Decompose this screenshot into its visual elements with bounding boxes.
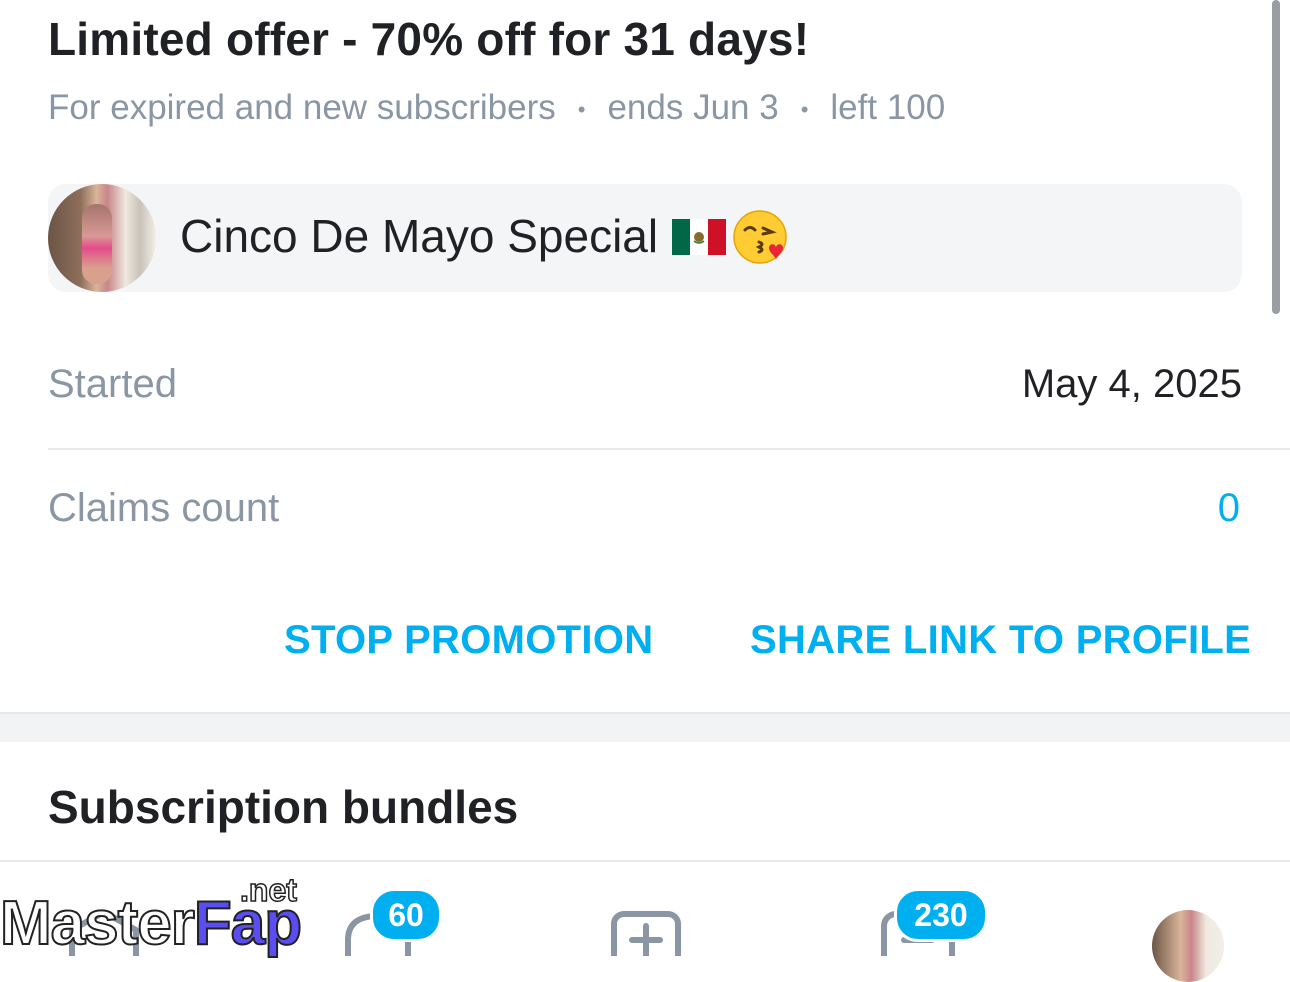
claims-count-label: Claims count: [48, 486, 280, 530]
section-separator: [0, 712, 1290, 742]
started-label: Started: [48, 362, 177, 406]
promo-message-card: Cinco De Mayo Special: [48, 184, 1242, 292]
separator-dot: •: [800, 96, 809, 122]
watermark-suffix: .net: [239, 871, 297, 909]
add-post-icon[interactable]: [610, 910, 682, 956]
scrollbar[interactable]: [1272, 0, 1280, 314]
offer-meta: For expired and new subscribers • ends Jun…: [48, 88, 945, 128]
profile-avatar[interactable]: [1152, 910, 1224, 982]
stop-promotion-button[interactable]: STOP PROMOTION: [284, 618, 653, 663]
avatar[interactable]: [48, 184, 156, 292]
mexico-flag-icon: [672, 219, 727, 255]
promo-message: Cinco De Mayo Special: [180, 208, 790, 266]
watermark-logo: MasterFap .net: [0, 871, 310, 959]
notifications-badge: 60: [370, 888, 442, 942]
kissing-face-with-heart-icon: [733, 210, 787, 264]
offer-audience: For expired and new subscribers: [48, 88, 556, 127]
bottom-nav-border: [0, 860, 1290, 862]
separator-dot: •: [577, 96, 586, 122]
share-link-to-profile-button[interactable]: SHARE LINK TO PROFILE: [750, 618, 1251, 663]
offer-ends: ends Jun 3: [607, 88, 779, 127]
messages-badge: 230: [894, 888, 988, 942]
section-title: Subscription bundles: [48, 781, 519, 833]
started-value: May 4, 2025: [1021, 362, 1242, 406]
claims-count-value[interactable]: 0: [1218, 486, 1240, 531]
offer-left: left 100: [830, 88, 946, 127]
promo-message-text: Cinco De Mayo Special: [180, 210, 659, 262]
offer-title: Limited offer - 70% off for 31 days!: [48, 13, 810, 65]
divider: [48, 448, 1290, 450]
